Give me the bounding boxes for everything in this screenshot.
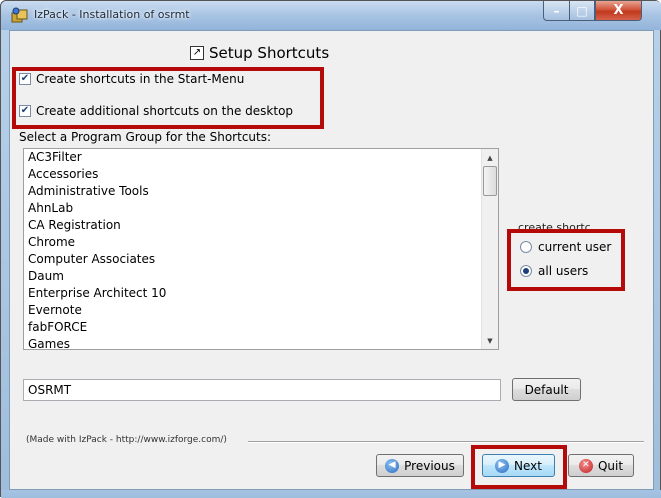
list-item[interactable]: Daum [24, 268, 498, 285]
quit-button-label: Quit [597, 458, 624, 473]
list-item[interactable]: Chrome [24, 234, 498, 251]
list-scrollbar[interactable]: ▲ ▼ [481, 149, 498, 349]
previous-arrow-icon: ◀ [385, 458, 400, 473]
radio-all-users-button[interactable] [520, 265, 532, 277]
default-button[interactable]: Default [512, 378, 581, 401]
desktop-option[interactable]: ✔ Create additional shortcuts on the des… [19, 104, 293, 118]
installer-panel: ↗ Setup Shortcuts ✔ Create shortcuts in … [9, 30, 654, 490]
start-menu-label: Create shortcuts in the Start-Menu [36, 72, 245, 86]
next-button-label: Next [514, 458, 542, 473]
quit-button[interactable]: ✕ Quit [568, 454, 634, 477]
program-group-label: Select a Program Group for the Shortcuts… [19, 130, 272, 144]
default-button-label: Default [524, 382, 569, 397]
scroll-thumb[interactable] [483, 166, 497, 196]
close-button[interactable]: X [595, 1, 642, 21]
radio-all-users-label: all users [538, 264, 589, 278]
page-title-text: Setup Shortcuts [209, 44, 330, 62]
radio-current-user[interactable]: current user [520, 240, 611, 254]
minimize-button[interactable]: – [543, 1, 570, 21]
title-bar[interactable]: IzPack - Installation of osrmt – □ X [1, 1, 661, 30]
radio-current-user-label: current user [538, 240, 612, 254]
previous-button[interactable]: ◀ Previous [376, 454, 464, 477]
list-item[interactable]: Accessories [24, 166, 498, 183]
minimize-icon: – [553, 3, 560, 18]
program-group-input[interactable] [23, 379, 501, 401]
desktop-label: Create additional shortcuts on the deskt… [36, 104, 294, 118]
window-frame: IzPack - Installation of osrmt – □ X ↗ S… [0, 0, 661, 498]
footer-divider [248, 441, 644, 443]
maximize-icon: □ [576, 3, 588, 18]
program-group-list[interactable]: AC3Filter Accessories Administrative Tools… [23, 148, 499, 350]
made-with-text: (Made with IzPack - http://www.izforge.c… [26, 435, 227, 445]
list-item[interactable]: AhnLab [24, 200, 498, 217]
window-title: IzPack - Installation of osrmt [34, 8, 190, 21]
page-title: ↗ Setup Shortcuts [190, 44, 329, 62]
scroll-down-button[interactable]: ▼ [482, 332, 498, 349]
radio-all-users[interactable]: all users [520, 264, 588, 278]
list-item[interactable]: CA Registration [24, 217, 498, 234]
list-item[interactable]: Games [24, 336, 498, 349]
create-for-legend: create shortc... [518, 221, 602, 234]
list-item[interactable]: fabFORCE [24, 319, 498, 336]
desktop-checkbox[interactable]: ✔ [19, 105, 31, 117]
app-icon [11, 7, 28, 23]
list-item[interactable]: Computer Associates [24, 251, 498, 268]
list-item[interactable]: AC3Filter [24, 149, 498, 166]
quit-x-icon: ✕ [578, 458, 593, 473]
list-item[interactable]: Administrative Tools [24, 183, 498, 200]
close-icon: X [613, 3, 624, 18]
list-item[interactable]: Enterprise Architect 10 [24, 285, 498, 302]
list-item[interactable]: Evernote [24, 302, 498, 319]
maximize-button[interactable]: □ [569, 1, 595, 21]
highlight-box-create-for [507, 229, 625, 291]
start-menu-option[interactable]: ✔ Create shortcuts in the Start-Menu [19, 72, 244, 86]
radio-current-user-button[interactable] [520, 241, 532, 253]
scroll-up-icon: ▲ [487, 153, 493, 162]
next-button[interactable]: ▶ Next [482, 454, 555, 477]
scroll-down-icon: ▼ [487, 336, 493, 345]
program-group-items: AC3Filter Accessories Administrative Tools… [24, 149, 498, 349]
scroll-up-button[interactable]: ▲ [482, 149, 498, 166]
next-arrow-icon: ▶ [495, 458, 510, 473]
shortcut-icon: ↗ [190, 46, 204, 60]
start-menu-checkbox[interactable]: ✔ [19, 73, 31, 85]
previous-button-label: Previous [404, 458, 455, 473]
